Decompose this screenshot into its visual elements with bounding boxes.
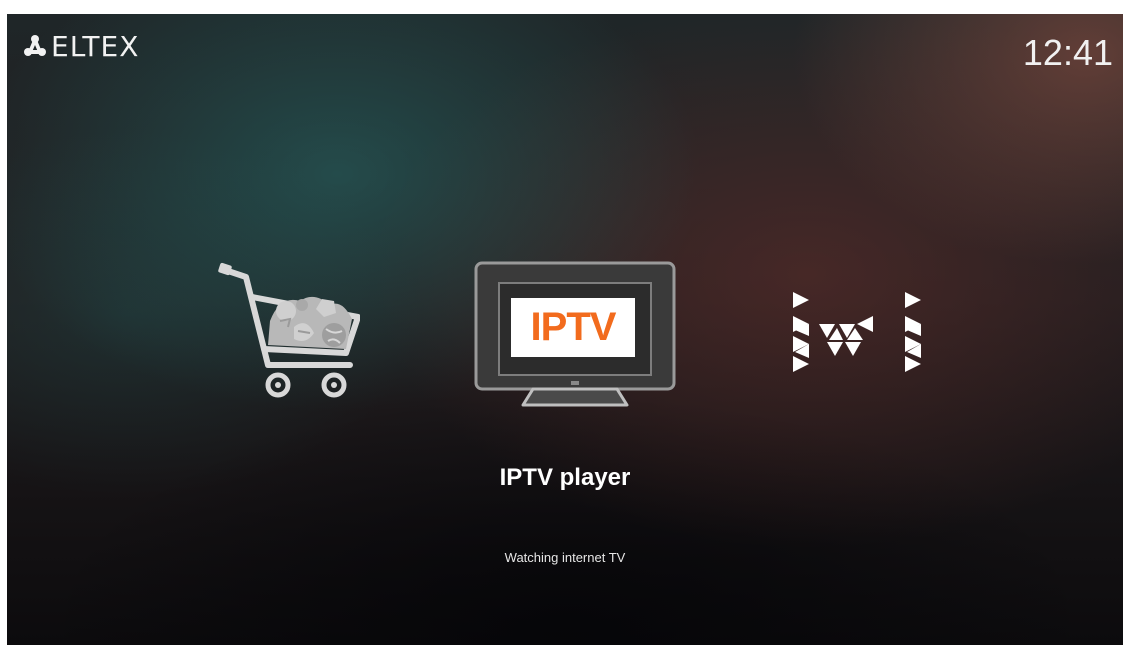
app-tile-store[interactable]: [210, 261, 360, 401]
app-tile-iptv[interactable]: IPTV: [473, 261, 678, 411]
iptv-badge: IPTV: [511, 298, 635, 357]
shopping-cart-icon: [218, 262, 360, 398]
clock: 12:41: [1022, 32, 1113, 73]
selected-app-description: Watching internet TV: [504, 550, 626, 565]
app-tile-ivi[interactable]: [787, 290, 927, 380]
ivi-logo-icon: [793, 292, 921, 372]
home-screen: ELTEX 12:41 IPTV IPTV player Watching in…: [7, 14, 1123, 645]
brand-logo: ELTEX: [23, 28, 139, 64]
eltex-logo-icon: [24, 35, 46, 56]
brand-name: ELTEX: [51, 29, 140, 63]
selected-app-title: IPTV player: [499, 464, 631, 491]
